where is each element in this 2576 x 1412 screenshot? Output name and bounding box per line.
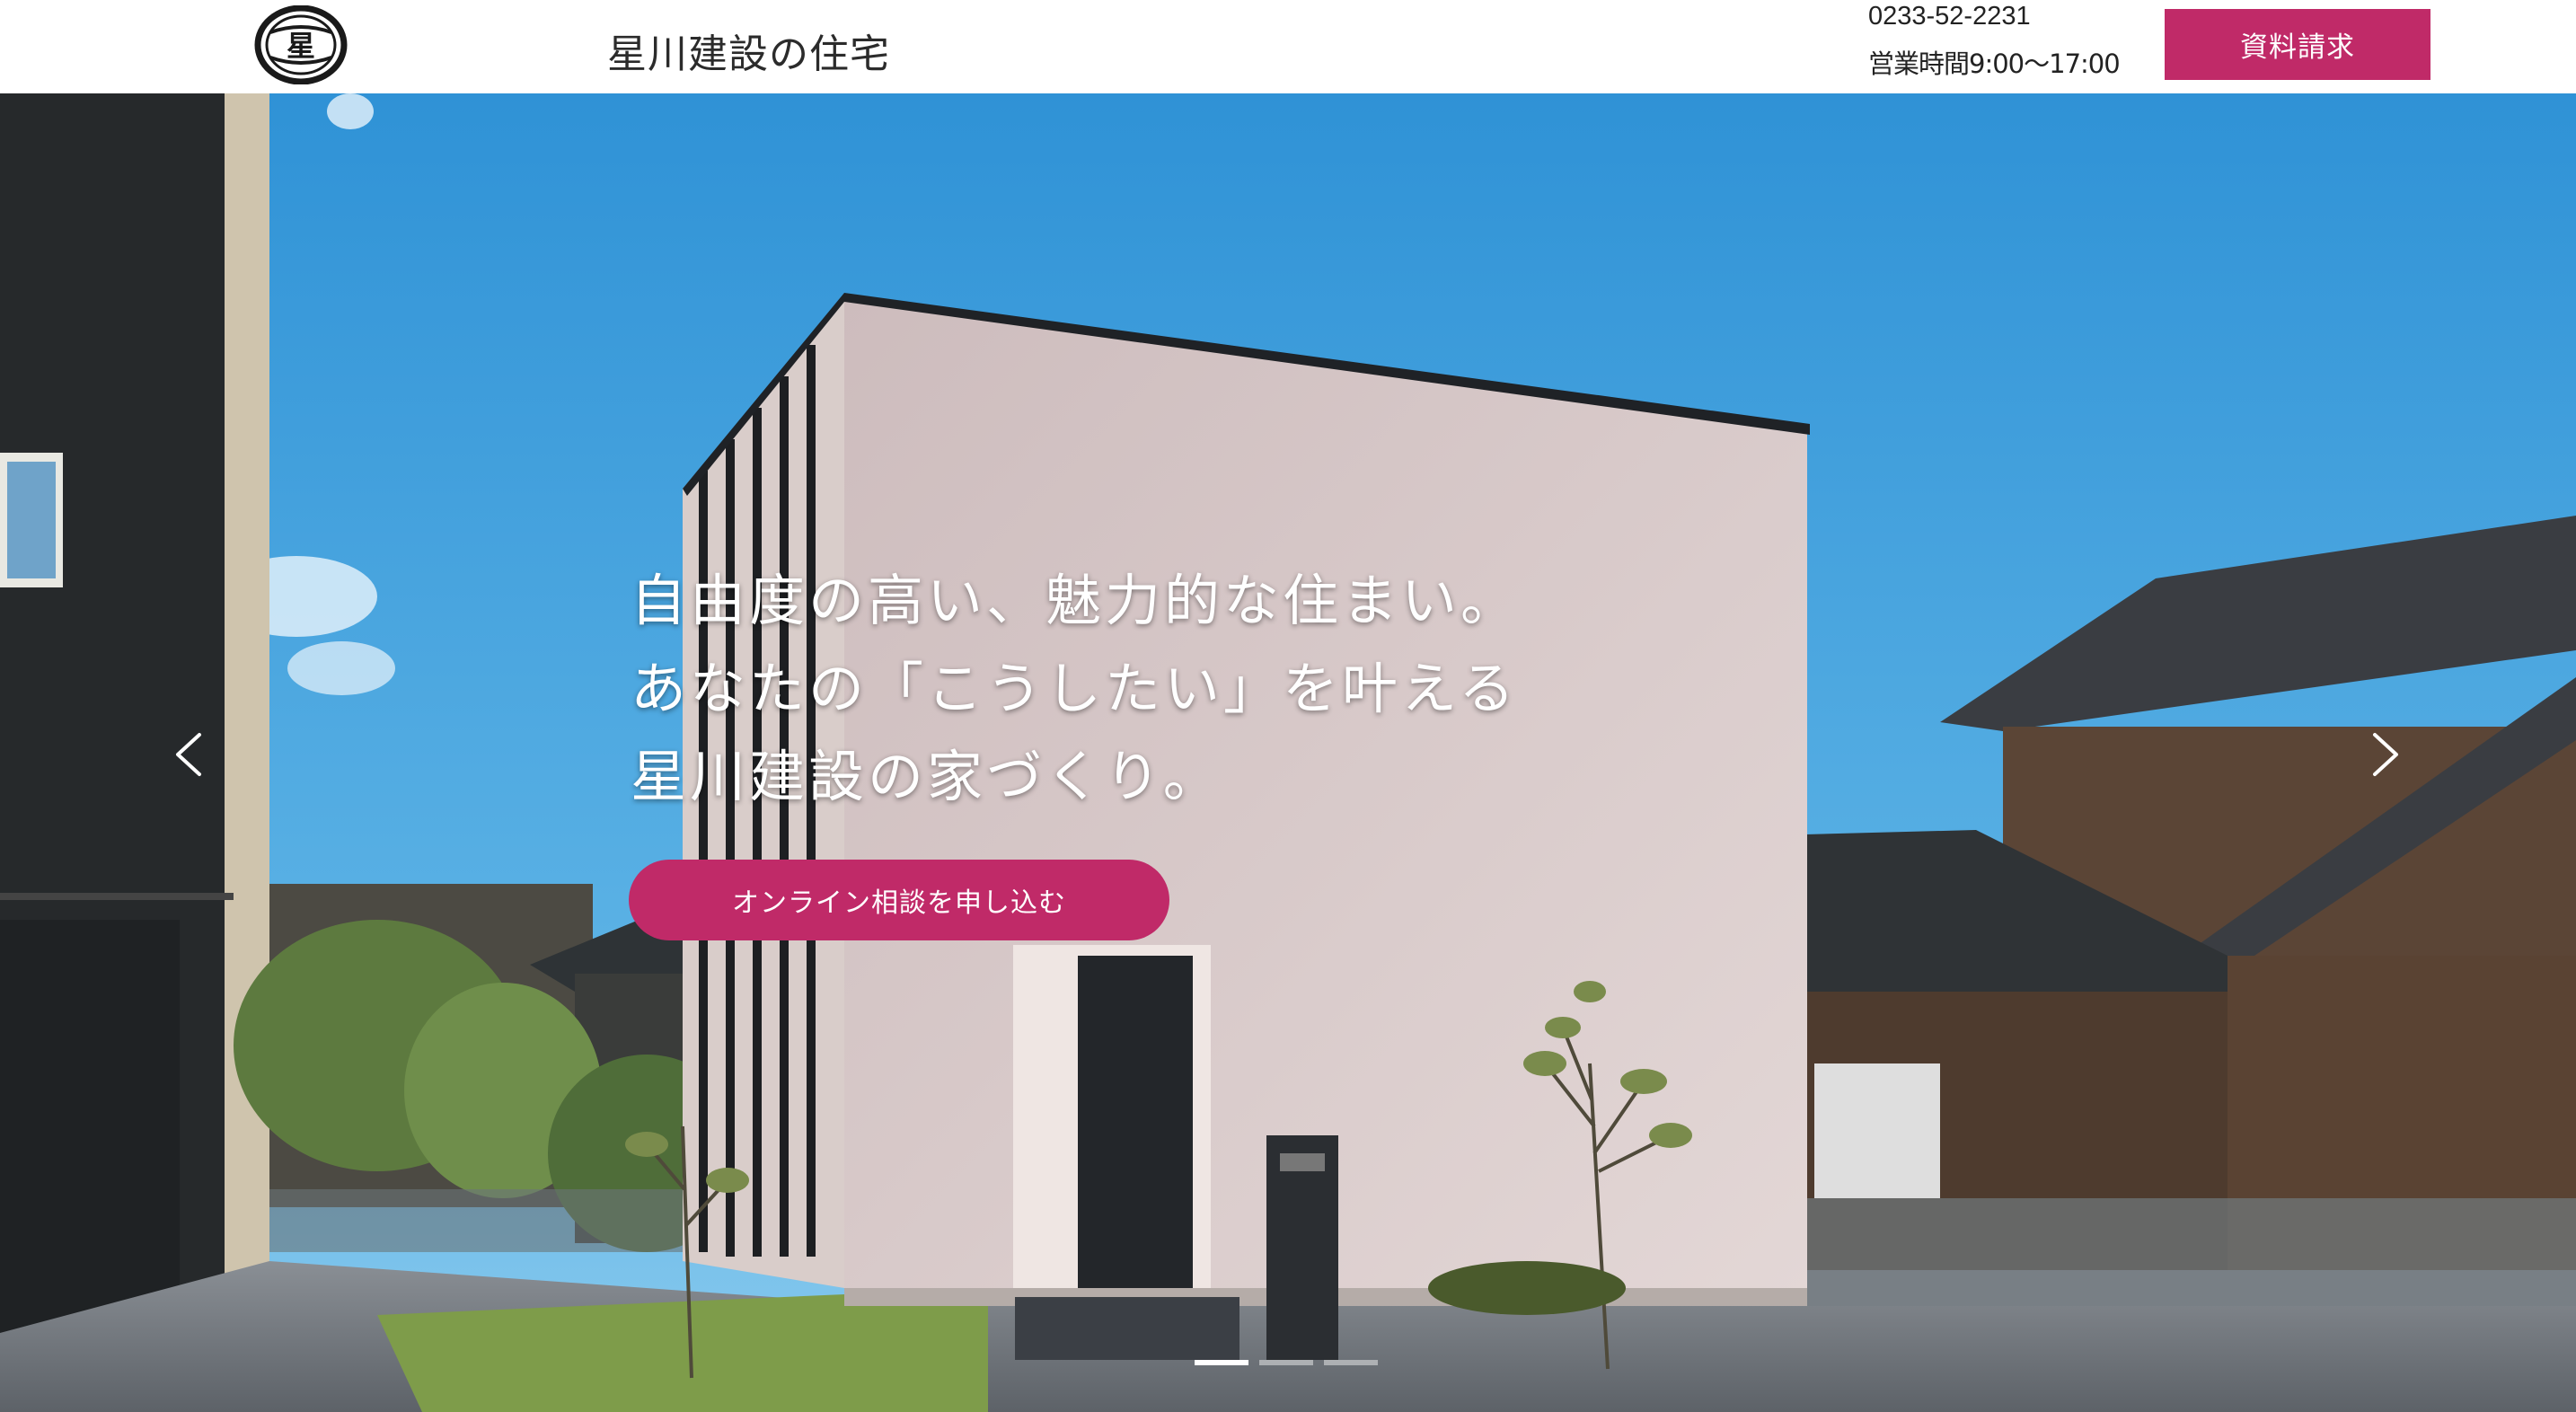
chevron-left-icon[interactable] <box>162 719 216 790</box>
online-consultation-button[interactable]: オンライン相談を申し込む <box>629 860 1169 940</box>
headline-line-1: 自由度の高い、魅力的な住まい。 <box>631 568 1521 633</box>
phone-number[interactable]: 0233-52-2231 <box>1868 2 2031 31</box>
slide-indicator-2[interactable] <box>1259 1360 1313 1365</box>
slide-indicators <box>1195 1360 1378 1365</box>
hero-headline: 自由度の高い、魅力的な住まい。 あなたの「こうしたい」を叶える 星川建設の家づく… <box>631 557 1520 821</box>
chevron-right-icon[interactable] <box>2359 719 2413 790</box>
slide-indicator-3[interactable] <box>1324 1360 1378 1365</box>
slide-indicator-1[interactable] <box>1195 1360 1248 1365</box>
business-hours: 営業時間9:00〜17:00 <box>1868 49 2121 79</box>
svg-text:星: 星 <box>287 29 315 63</box>
site-header: 星 星川建設の住宅 0233-52-2231 営業時間9:00〜17:00 資料… <box>0 0 2576 93</box>
request-brochure-button[interactable]: 資料請求 <box>2165 9 2430 80</box>
headline-line-3: 星川建設の家づくり。 <box>631 744 1222 809</box>
hero-slider: 自由度の高い、魅力的な住まい。 あなたの「こうしたい」を叶える 星川建設の家づく… <box>0 93 2576 1412</box>
company-logo[interactable]: 星 <box>254 4 348 85</box>
site-title[interactable]: 星川建設の住宅 <box>607 22 890 79</box>
headline-line-2: あなたの「こうしたい」を叶える <box>631 656 1519 721</box>
